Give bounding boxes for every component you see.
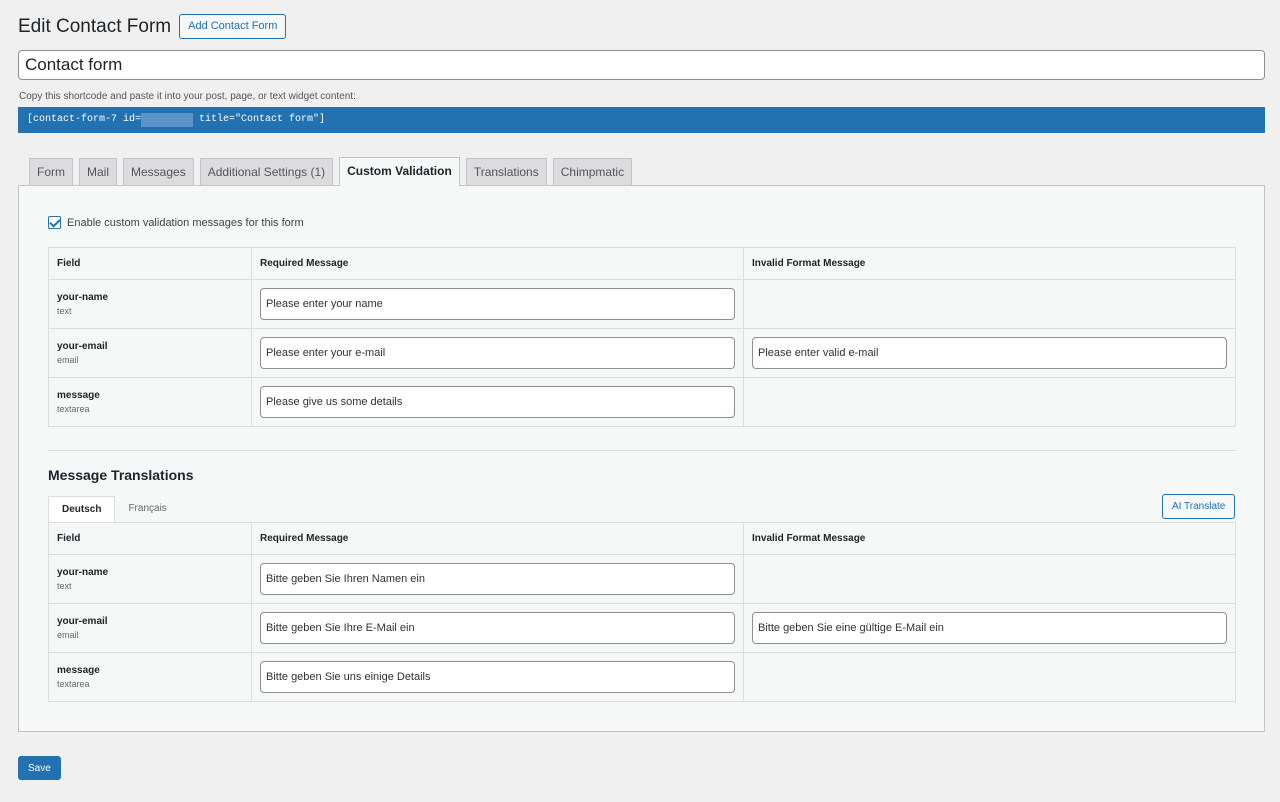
tab-francais[interactable]: Français [115, 496, 179, 522]
table-header-row: Field Required Message Invalid Format Me… [49, 523, 1235, 554]
column-header-required: Required Message [252, 523, 744, 554]
save-button[interactable]: Save [18, 756, 61, 780]
tab-form[interactable]: Form [29, 158, 73, 186]
translations-title: Message Translations [48, 467, 194, 483]
field-type: text [57, 306, 72, 316]
field-name: your-name [57, 567, 109, 578]
add-contact-form-button[interactable]: Add Contact Form [179, 14, 287, 39]
redacted-id [141, 113, 194, 127]
field-name: your-email [57, 616, 108, 627]
ai-translate-button[interactable]: AI Translate [1162, 494, 1236, 519]
required-message-input[interactable] [260, 386, 735, 418]
enable-label: Enable custom validation messages for th… [67, 216, 304, 229]
tab-deutsch[interactable]: Deutsch [48, 496, 116, 522]
shortcode-suffix: title="Contact form"] [193, 114, 326, 125]
page-title: Edit Contact Form [18, 15, 172, 37]
shortcode-bar[interactable]: [contact-form-7 id= title="Contact form"… [18, 107, 1265, 133]
language-tabs: Deutsch Français [48, 496, 180, 522]
required-message-input[interactable] [260, 612, 735, 644]
tab-messages[interactable]: Messages [123, 158, 194, 186]
required-message-input[interactable] [260, 337, 735, 369]
shortcode-prefix: [contact-form-7 id= [27, 114, 142, 125]
required-message-input[interactable] [260, 563, 735, 595]
table-row: your-email email [49, 328, 1235, 377]
field-name: message [57, 390, 100, 401]
table-row: your-email email [49, 603, 1235, 652]
enable-custom-validation[interactable]: Enable custom validation messages for th… [48, 216, 304, 229]
table-row: message textarea [49, 377, 1235, 426]
editor-tabs: Form Mail Messages Additional Settings (… [29, 157, 638, 186]
column-header-field: Field [49, 248, 252, 279]
field-name: your-name [57, 292, 109, 303]
required-message-input[interactable] [260, 661, 735, 693]
field-name: your-email [57, 341, 108, 352]
tab-translations[interactable]: Translations [465, 158, 547, 186]
invalid-message-input[interactable] [752, 337, 1227, 369]
column-header-field: Field [49, 523, 252, 554]
invalid-message-input[interactable] [752, 612, 1227, 644]
section-divider [48, 450, 1236, 451]
enable-checkbox[interactable] [48, 216, 61, 229]
field-type: text [57, 581, 72, 591]
translations-table: Field Required Message Invalid Format Me… [48, 522, 1236, 702]
tab-mail[interactable]: Mail [79, 158, 118, 186]
table-row: your-name text [49, 554, 1235, 603]
tab-custom-validation[interactable]: Custom Validation [339, 157, 460, 186]
column-header-required: Required Message [252, 248, 744, 279]
required-message-input[interactable] [260, 288, 735, 320]
field-type: email [57, 630, 79, 640]
tab-additional-settings[interactable]: Additional Settings (1) [199, 158, 334, 186]
field-type: textarea [57, 404, 90, 414]
table-row: message textarea [49, 652, 1235, 701]
field-type: email [57, 355, 79, 365]
field-name: message [57, 665, 100, 676]
table-header-row: Field Required Message Invalid Format Me… [49, 248, 1235, 279]
column-header-invalid: Invalid Format Message [752, 533, 866, 544]
table-row: your-name text [49, 279, 1235, 328]
form-title-input[interactable] [18, 50, 1265, 80]
custom-validation-panel: Enable custom validation messages for th… [18, 185, 1265, 732]
page-header: Edit Contact Form Add Contact Form [18, 14, 287, 39]
column-header-invalid: Invalid Format Message [752, 258, 866, 269]
shortcode-hint: Copy this shortcode and paste it into yo… [19, 91, 356, 102]
field-type: textarea [57, 679, 90, 689]
validation-table: Field Required Message Invalid Format Me… [48, 247, 1236, 427]
tab-chimpmatic[interactable]: Chimpmatic [552, 158, 633, 186]
